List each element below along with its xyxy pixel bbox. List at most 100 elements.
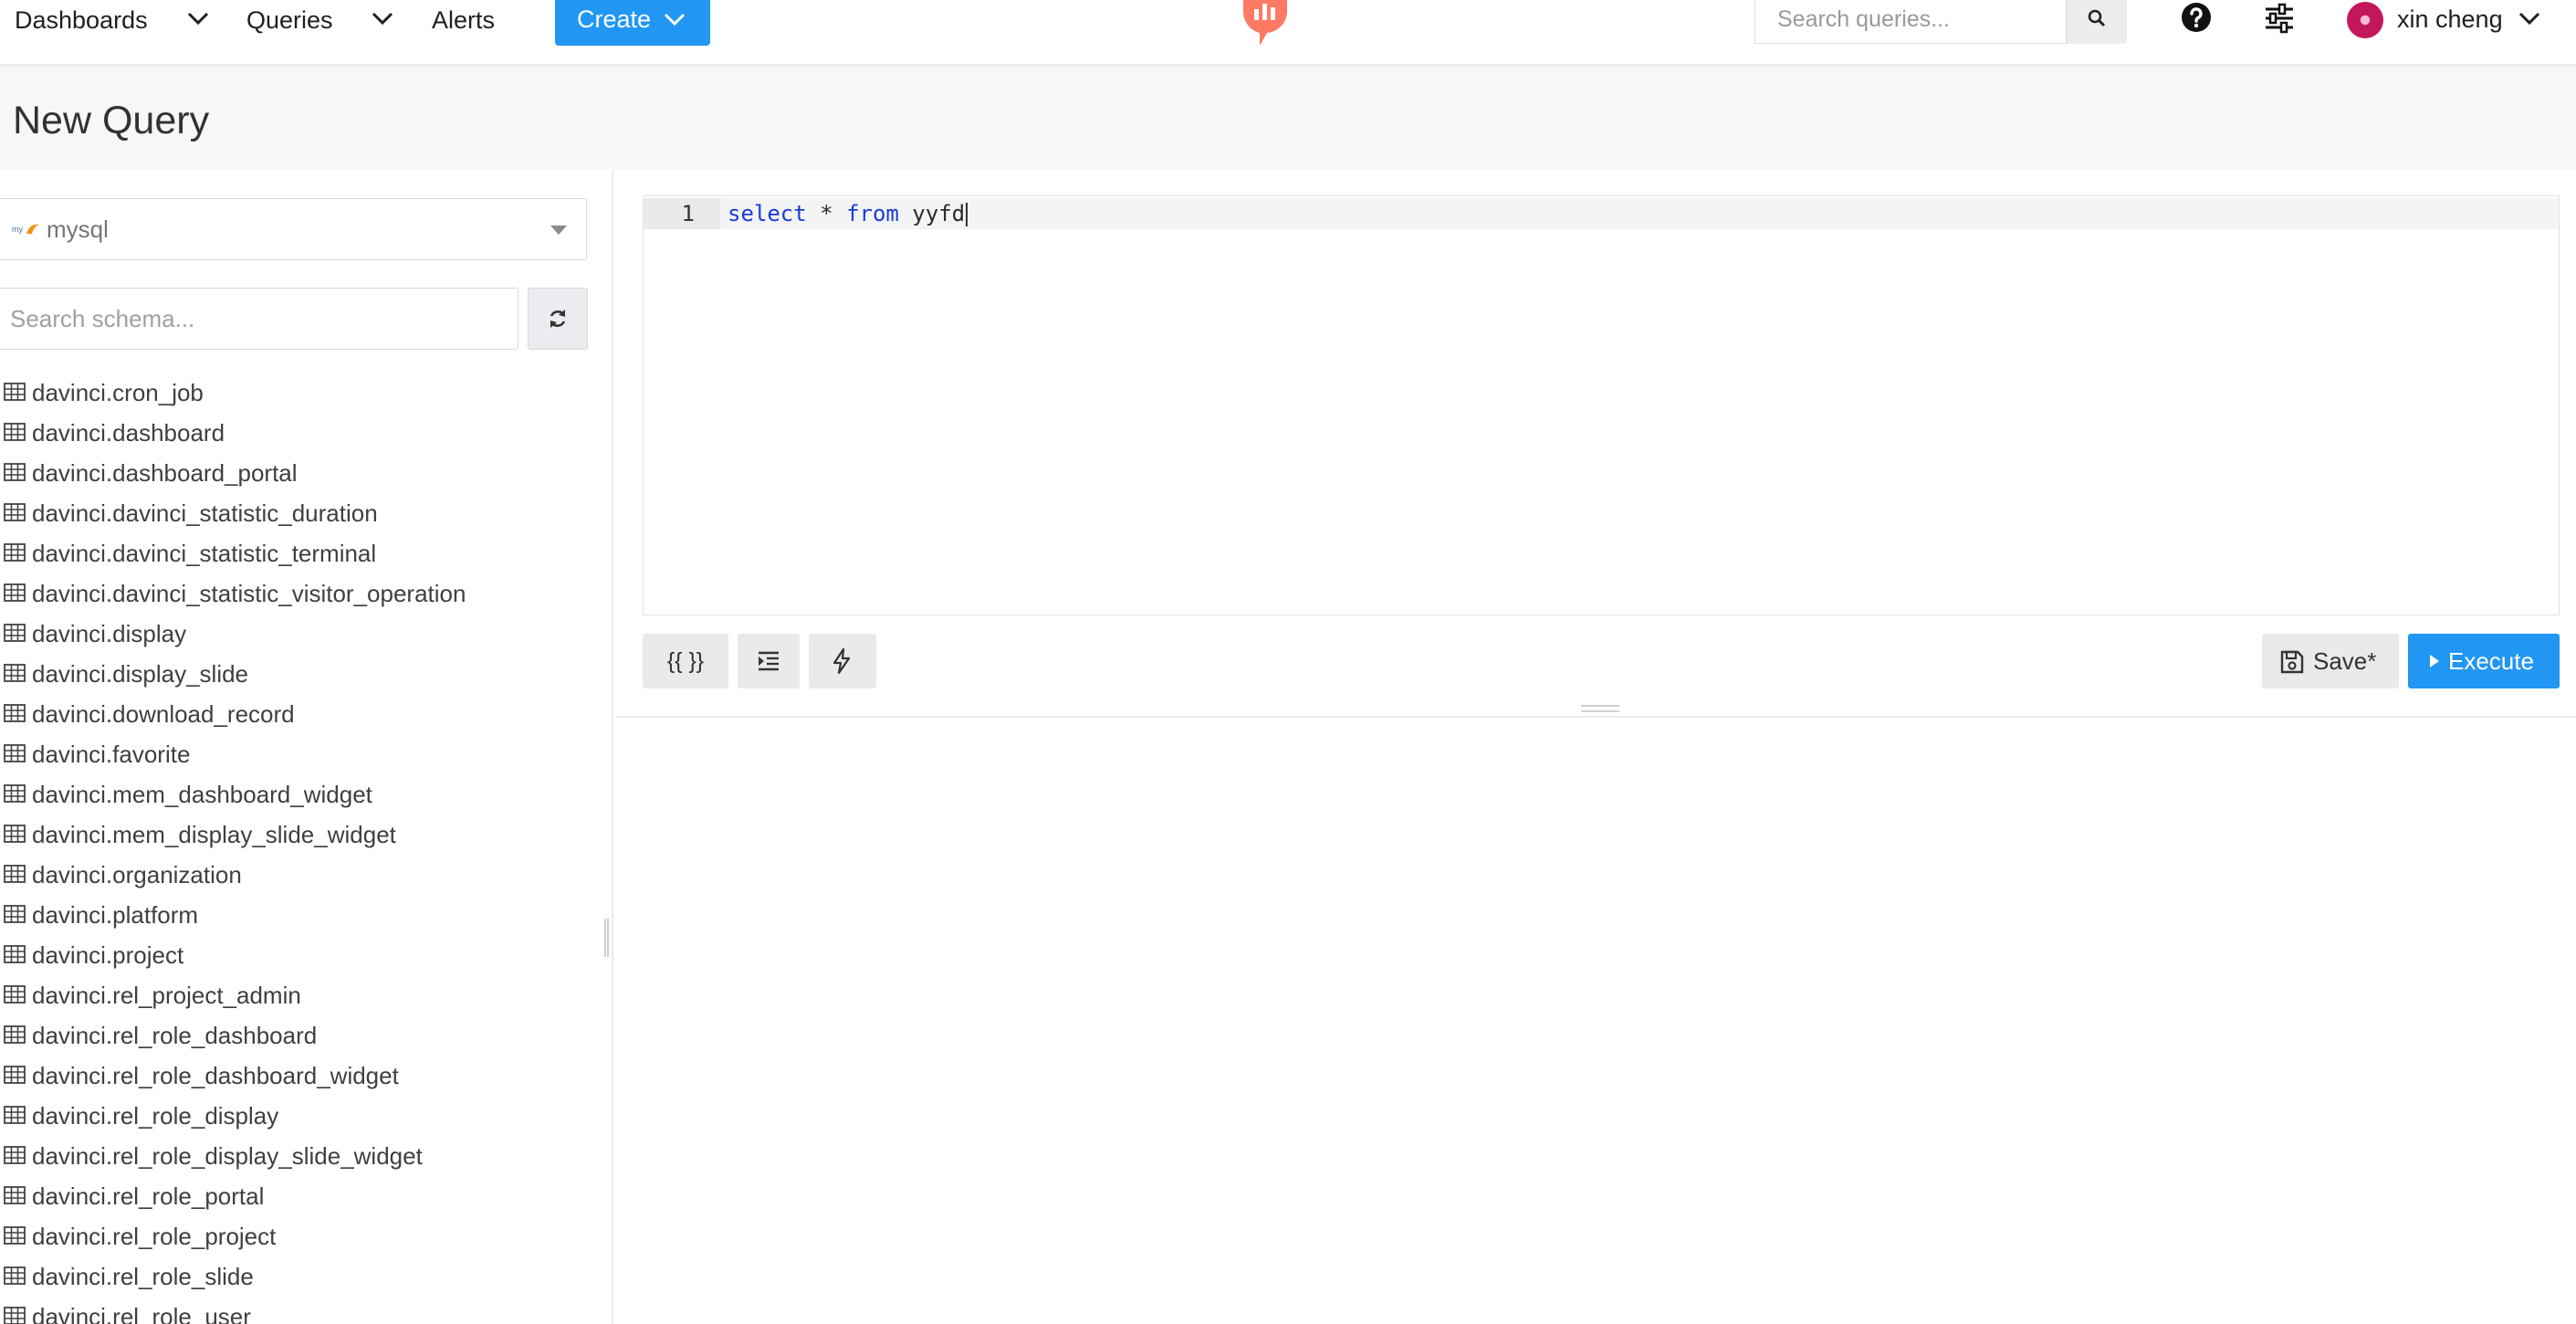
schema-table-name: davinci.rel_role_display bbox=[32, 1102, 279, 1130]
code-line[interactable]: select * from yyfd bbox=[728, 198, 969, 229]
schema-table-item[interactable]: davinci.project bbox=[0, 935, 612, 975]
floppy-disk-icon bbox=[2280, 650, 2304, 674]
schema-table-item[interactable]: davinci.display bbox=[0, 614, 612, 654]
results-area bbox=[615, 718, 2576, 1324]
schema-table-item[interactable]: davinci.rel_project_admin bbox=[0, 975, 612, 1015]
create-button[interactable]: Create bbox=[555, 0, 710, 46]
create-chevron-down-icon bbox=[664, 13, 686, 26]
table-icon bbox=[4, 383, 26, 401]
schema-table-item[interactable]: davinci.platform bbox=[0, 895, 612, 935]
schema-table-name: davinci.mem_display_slide_widget bbox=[32, 821, 396, 848]
schema-table-item[interactable]: davinci.mem_display_slide_widget bbox=[0, 814, 612, 855]
save-button[interactable]: Save* bbox=[2262, 634, 2399, 688]
query-editor[interactable]: 1 select * from yyfd bbox=[643, 195, 2560, 615]
user-menu-name[interactable]: xin cheng bbox=[2397, 0, 2503, 40]
schema-table-item[interactable]: davinci.dashboard bbox=[0, 413, 612, 453]
nav-alerts[interactable]: Alerts bbox=[432, 0, 495, 40]
table-icon bbox=[4, 704, 26, 722]
help-question-circle-icon[interactable] bbox=[2181, 2, 2212, 33]
table-icon bbox=[4, 1146, 26, 1164]
lightning-bolt-icon bbox=[832, 648, 851, 674]
schema-search-input[interactable]: Search schema... bbox=[0, 288, 518, 350]
schema-table-item[interactable]: davinci.davinci_statistic_terminal bbox=[0, 533, 612, 573]
editor-resize-grip[interactable] bbox=[1581, 705, 1619, 712]
table-icon bbox=[4, 905, 26, 923]
table-icon bbox=[4, 1307, 26, 1324]
schema-table-item[interactable]: davinci.dashboard_portal bbox=[0, 453, 612, 493]
top-navbar: Dashboards Queries Alerts Create Search … bbox=[0, 0, 2576, 64]
schema-table-name: davinci.rel_role_dashboard_widget bbox=[32, 1062, 399, 1089]
schema-table-name: davinci.organization bbox=[32, 861, 242, 888]
schema-table-item[interactable]: davinci.rel_role_portal bbox=[0, 1176, 612, 1216]
text-cursor bbox=[966, 203, 969, 226]
schema-table-item[interactable]: davinci.rel_role_display_slide_widget bbox=[0, 1136, 612, 1176]
search-queries-input[interactable]: Search queries... bbox=[1754, 0, 2067, 44]
page-title[interactable]: New Query bbox=[13, 93, 209, 148]
format-query-button[interactable] bbox=[738, 634, 800, 688]
dashboards-chevron-down-icon[interactable] bbox=[186, 9, 210, 27]
table-icon bbox=[4, 1266, 26, 1285]
schema-table-name: davinci.project bbox=[32, 941, 184, 969]
schema-table-name: davinci.rel_role_portal bbox=[32, 1182, 265, 1210]
schema-table-name: davinci.platform bbox=[32, 901, 199, 929]
table-icon bbox=[4, 945, 26, 963]
schema-table-item[interactable]: davinci.rel_role_dashboard bbox=[0, 1015, 612, 1056]
schema-table-name: davinci.dashboard bbox=[32, 419, 225, 447]
schema-table-item[interactable]: davinci.rel_role_slide bbox=[0, 1256, 612, 1297]
panel-split-handle[interactable] bbox=[604, 919, 609, 957]
nav-dashboards[interactable]: Dashboards bbox=[15, 0, 148, 40]
autocomplete-toggle-button[interactable] bbox=[809, 634, 876, 688]
table-icon bbox=[4, 624, 26, 642]
table-icon bbox=[4, 664, 26, 682]
save-button-label: Save* bbox=[2313, 647, 2377, 675]
user-chevron-down-icon[interactable] bbox=[2518, 9, 2541, 27]
schema-table-item[interactable]: davinci.rel_role_user bbox=[0, 1297, 612, 1324]
table-icon bbox=[4, 503, 26, 521]
nav-queries[interactable]: Queries bbox=[246, 0, 333, 40]
data-source-label: mysql bbox=[47, 215, 109, 243]
schema-table-name: davinci.display bbox=[32, 620, 187, 647]
schema-table-name: davinci.rel_role_slide bbox=[32, 1263, 254, 1290]
page-header: New Query bbox=[0, 64, 2576, 170]
table-icon bbox=[4, 744, 26, 762]
execute-button[interactable]: Execute bbox=[2408, 634, 2560, 688]
table-icon bbox=[4, 423, 26, 441]
schema-table-item[interactable]: davinci.favorite bbox=[0, 734, 612, 774]
schema-table-name: davinci.mem_dashboard_widget bbox=[32, 781, 372, 808]
schema-table-item[interactable]: davinci.rel_role_dashboard_widget bbox=[0, 1056, 612, 1096]
sql-keyword-from: from bbox=[846, 201, 899, 226]
line-number: 1 bbox=[681, 201, 695, 226]
schema-table-name: davinci.display_slide bbox=[32, 660, 249, 688]
schema-table-name: davinci.rel_role_user bbox=[32, 1303, 251, 1324]
schema-table-item[interactable]: davinci.organization bbox=[0, 855, 612, 895]
schema-table-item[interactable]: davinci.display_slide bbox=[0, 654, 612, 694]
data-source-select[interactable]: my mysql bbox=[0, 198, 587, 260]
schema-table-item[interactable]: davinci.davinci_statistic_duration bbox=[0, 493, 612, 533]
settings-sliders-icon[interactable] bbox=[2263, 2, 2296, 35]
schema-table-name: davinci.davinci_statistic_visitor_operat… bbox=[32, 580, 466, 607]
table-icon bbox=[4, 1226, 26, 1245]
schema-table-item[interactable]: davinci.rel_role_project bbox=[0, 1216, 612, 1256]
schema-table-item[interactable]: davinci.cron_job bbox=[0, 373, 612, 413]
schema-table-name: davinci.favorite bbox=[32, 741, 191, 768]
schema-table-item[interactable]: davinci.mem_dashboard_widget bbox=[0, 774, 612, 814]
schema-panel: my mysql Search schema... davinci.cron_j… bbox=[0, 170, 613, 1324]
table-icon bbox=[4, 583, 26, 602]
indent-icon bbox=[759, 651, 779, 671]
schema-table-item[interactable]: davinci.rel_role_display bbox=[0, 1096, 612, 1136]
table-icon bbox=[4, 543, 26, 562]
schema-table-item[interactable]: davinci.davinci_statistic_visitor_operat… bbox=[0, 573, 612, 614]
queries-chevron-down-icon[interactable] bbox=[371, 9, 394, 27]
caret-down-icon bbox=[550, 226, 567, 235]
table-icon bbox=[4, 1186, 26, 1204]
mysql-dolphin-icon: my bbox=[12, 224, 39, 234]
redash-logo-icon[interactable] bbox=[1240, 0, 1291, 46]
table-icon bbox=[4, 1106, 26, 1124]
refresh-schema-button[interactable] bbox=[528, 288, 588, 350]
table-icon bbox=[4, 463, 26, 481]
execute-button-label: Execute bbox=[2448, 647, 2534, 675]
add-parameter-button[interactable]: {{ }} bbox=[643, 634, 728, 688]
schema-table-item[interactable]: davinci.download_record bbox=[0, 694, 612, 734]
user-avatar[interactable] bbox=[2347, 2, 2383, 38]
search-button[interactable] bbox=[2067, 0, 2127, 44]
